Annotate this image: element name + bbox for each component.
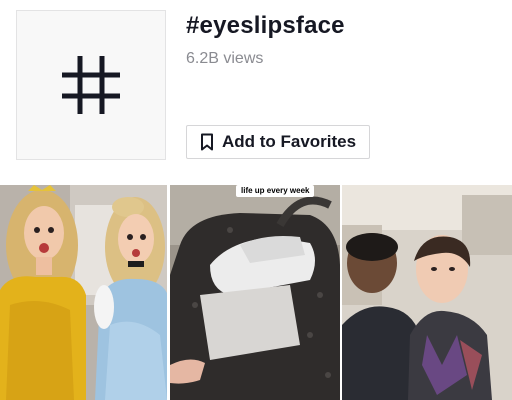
video-thumbnail[interactable] [0,185,167,400]
video-thumbnail-image [0,185,167,400]
video-thumbnail[interactable]: life up every week [170,185,340,400]
bookmark-icon [200,133,213,151]
video-thumbnail-image [342,185,512,400]
video-grid: life up every week [0,185,512,400]
hash-icon [62,56,120,114]
add-to-favorites-button[interactable]: Add to Favorites [186,125,370,159]
hashtag-cover [16,10,166,160]
video-caption: life up every week [236,185,315,197]
add-to-favorites-label: Add to Favorites [221,132,357,151]
video-thumbnail-image [170,185,340,400]
view-count: 6.2B views [186,50,264,67]
page-title: #eyeslipsface [186,12,345,39]
video-thumbnail[interactable] [342,185,512,400]
